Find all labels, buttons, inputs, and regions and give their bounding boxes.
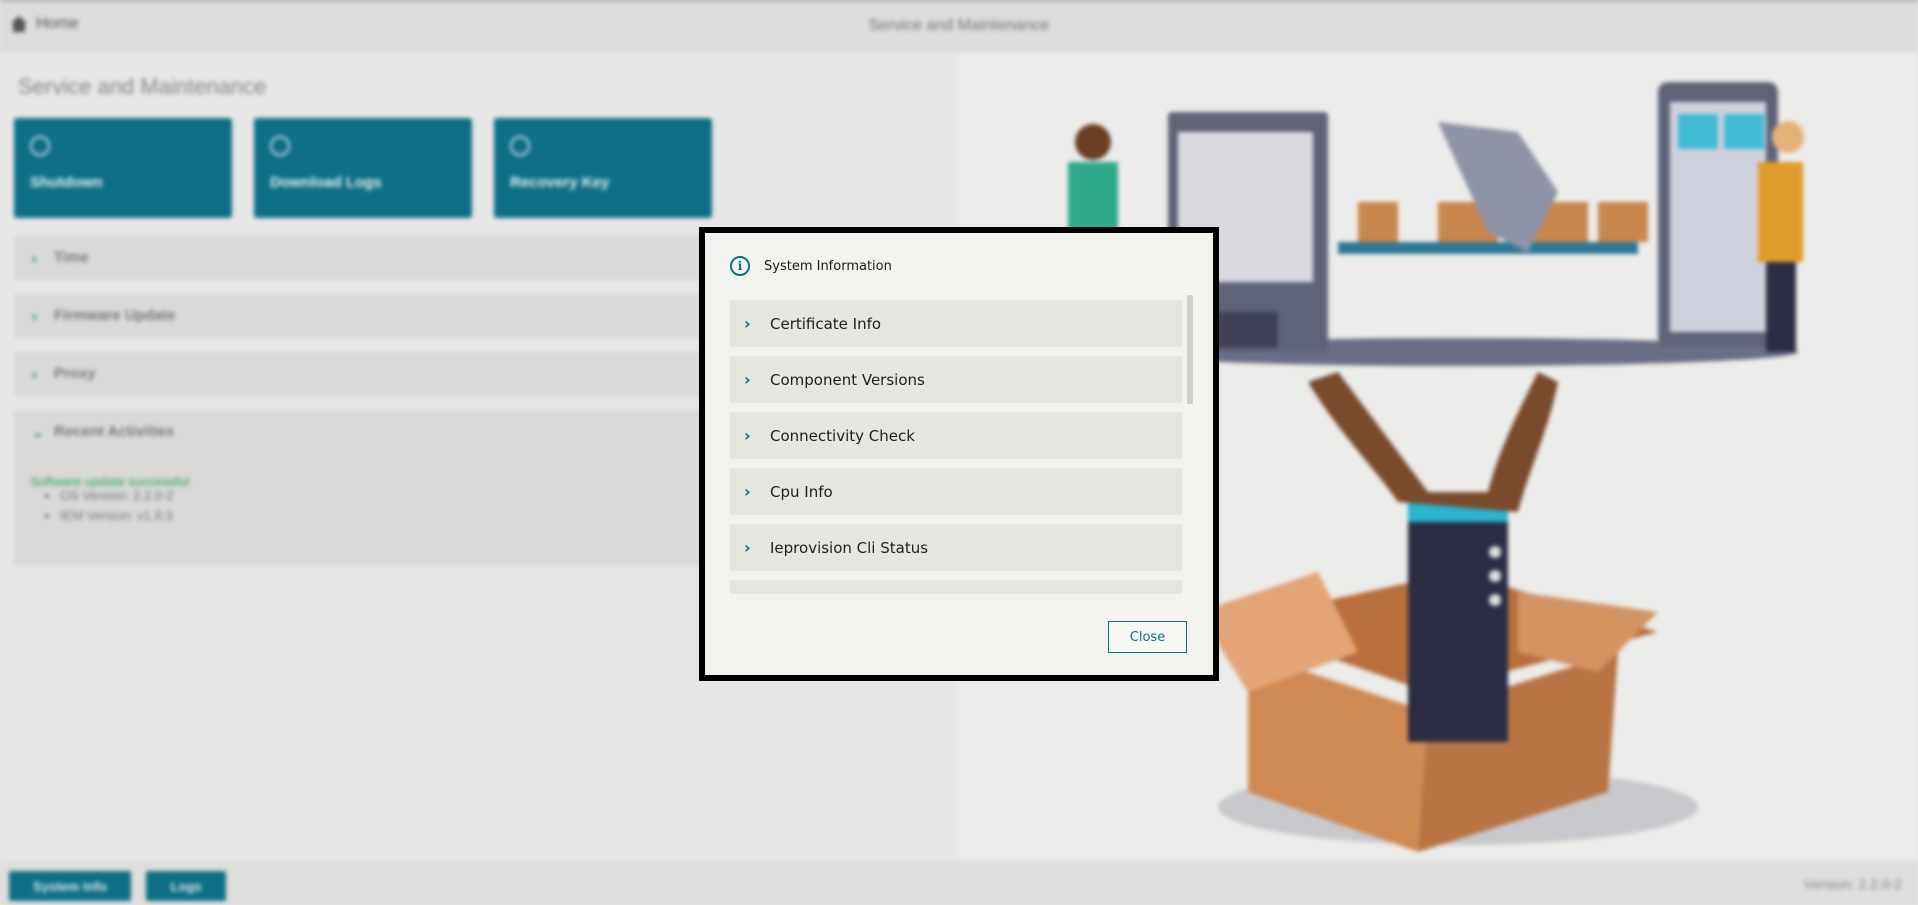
dialog-header: i System Information — [730, 256, 892, 276]
chevron-right-icon: › — [744, 313, 751, 333]
item-label: Cpu Info — [770, 482, 833, 501]
scrollbar-thumb[interactable] — [1187, 295, 1193, 404]
accordion-label: Time — [54, 249, 89, 266]
chevron-right-icon: › — [744, 537, 751, 557]
chevron-right-icon: › — [744, 369, 751, 389]
accordion-recent-activities[interactable]: ⌄ Recent Activities Software update succ… — [14, 410, 704, 566]
chevron-down-icon: ⌄ — [32, 424, 44, 440]
logs-button[interactable]: Logs — [146, 871, 226, 901]
logs-label: Logs — [170, 878, 202, 894]
list-item: OS Version: 2.2.0-2 — [60, 486, 173, 506]
info-list[interactable]: › Certificate Info › Component Versions … — [730, 300, 1182, 594]
activity-list: OS Version: 2.2.0-2 IEM Version: v1.8.3 — [34, 486, 173, 526]
tile-label: Shutdown — [30, 174, 103, 191]
tile-label: Download Logs — [270, 174, 382, 191]
accordion-proxy[interactable]: › Proxy — [14, 352, 704, 396]
tile-label: Recovery Key — [510, 174, 610, 191]
chevron-right-icon: › — [744, 425, 751, 445]
item-label: Ieprovision Cli Status — [770, 538, 929, 557]
list-item-partial[interactable] — [730, 580, 1182, 594]
list-item-ieprovision-cli-status[interactable]: › Ieprovision Cli Status — [730, 524, 1182, 571]
item-label: Component Versions — [770, 370, 925, 389]
close-button[interactable]: Close — [1108, 621, 1187, 653]
version-label: Version: 2.2.0-2 — [1803, 876, 1902, 892]
list-item-component-versions[interactable]: › Component Versions — [730, 356, 1182, 403]
chevron-right-icon: › — [32, 366, 37, 382]
accordion-label: Firmware Update — [54, 307, 176, 324]
list-item-cpu-info[interactable]: › Cpu Info — [730, 468, 1182, 515]
recovery-key-tile[interactable]: Recovery Key — [494, 118, 712, 218]
dialog-title: System Information — [764, 258, 892, 274]
accordion-time[interactable]: › Time — [14, 236, 704, 280]
lock-icon — [510, 136, 530, 156]
item-label: Certificate Info — [770, 314, 882, 333]
chevron-right-icon: › — [32, 308, 37, 324]
system-information-dialog: i System Information › Certificate Info … — [699, 227, 1219, 681]
accordion-label: Recent Activities — [54, 423, 175, 440]
system-info-label: System Info — [33, 878, 107, 894]
top-bar: Home Service and Maintenance — [0, 0, 1918, 52]
accordion-firmware-update[interactable]: › Firmware Update — [14, 294, 704, 338]
item-label: Connectivity Check — [770, 426, 915, 445]
header-title: Service and Maintenance — [868, 17, 1050, 34]
dialog-body: i System Information › Certificate Info … — [705, 233, 1213, 675]
accordion-label: Proxy — [54, 365, 96, 382]
list-item-certificate-info[interactable]: › Certificate Info — [730, 300, 1182, 347]
system-info-button[interactable]: System Info — [9, 871, 131, 901]
page-title: Service and Maintenance — [18, 74, 267, 99]
list-item-connectivity-check[interactable]: › Connectivity Check — [730, 412, 1182, 459]
chevron-right-icon: › — [32, 250, 37, 266]
download-logs-tile[interactable]: Download Logs — [254, 118, 472, 218]
info-icon: i — [730, 256, 750, 276]
power-icon — [30, 136, 50, 156]
download-icon — [270, 136, 290, 156]
bottom-bar: System Info Logs Version: 2.2.0-2 — [0, 860, 1918, 905]
shutdown-tile[interactable]: Shutdown — [14, 118, 232, 218]
chevron-right-icon: › — [744, 481, 751, 501]
list-item: IEM Version: v1.8.3 — [60, 506, 173, 526]
